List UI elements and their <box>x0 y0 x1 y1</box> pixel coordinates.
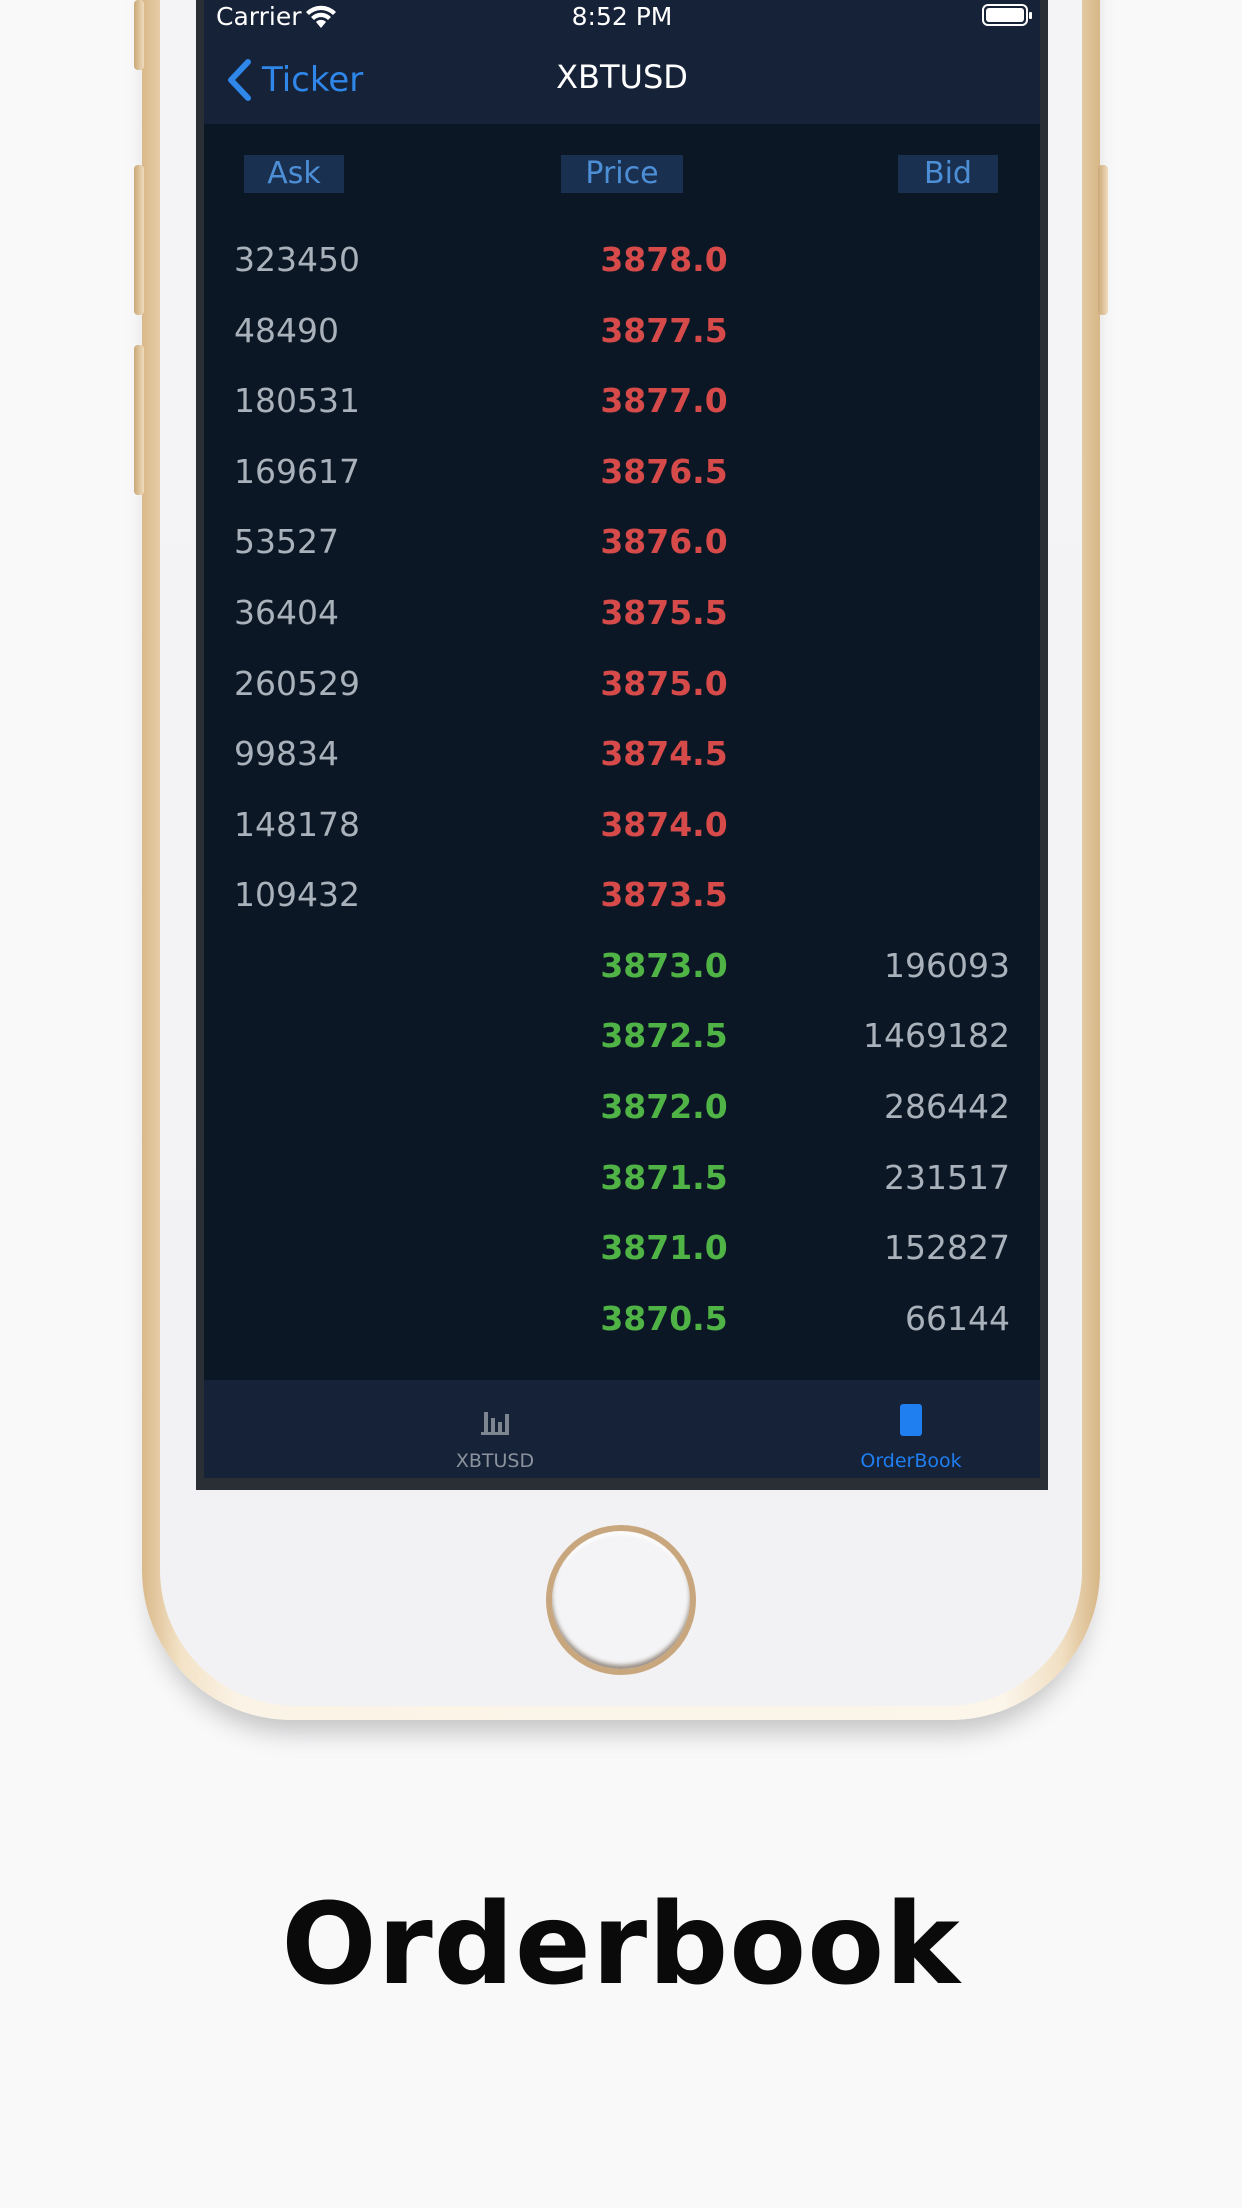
bid-row: 3871.5 231517 <box>204 1158 1040 1228</box>
ask-row: 48490 3877.5 <box>204 311 1040 381</box>
ask-row: 36404 3875.5 <box>204 593 1040 663</box>
promo-caption: Orderbook <box>281 1880 961 2010</box>
bid-price: 3871.5 <box>600 1158 728 1197</box>
phone-screen: Carrier 8:52 PM Ticker XBTUSD Ask Price … <box>196 0 1048 1490</box>
bid-price: 3871.0 <box>600 1228 728 1267</box>
bid-row: 3870.5 66144 <box>204 1299 1040 1369</box>
ask-size: 99834 <box>234 734 339 773</box>
ask-size: 48490 <box>234 311 339 350</box>
battery-icon <box>982 4 1032 26</box>
status-bar: Carrier 8:52 PM <box>204 0 1040 34</box>
bid-row: 3872.0 286442 <box>204 1087 1040 1157</box>
tab-orderbook-label: OrderBook <box>860 1450 962 1472</box>
price-column-header: Price <box>561 155 683 193</box>
volume-up-button <box>134 165 144 315</box>
ask-size: 53527 <box>234 522 339 561</box>
ask-size: 169617 <box>234 452 360 491</box>
ask-price: 3875.5 <box>600 593 728 632</box>
book-icon <box>900 1404 922 1436</box>
bid-size: 286442 <box>884 1087 1010 1126</box>
volume-down-button <box>134 345 144 495</box>
bid-size: 196093 <box>884 946 1010 985</box>
tab-bar: XBTUSD OrderBook <box>204 1380 1040 1478</box>
bid-price: 3870.5 <box>600 1299 728 1338</box>
side-button-top <box>134 0 144 70</box>
bid-column-header: Bid <box>898 155 998 193</box>
bar-chart-icon <box>481 1412 509 1435</box>
tab-orderbook[interactable]: OrderBook <box>761 1380 1040 1478</box>
ask-size: 323450 <box>234 240 360 279</box>
bid-size: 66144 <box>905 1299 1010 1338</box>
ask-price: 3874.0 <box>600 805 728 844</box>
bid-size: 152827 <box>884 1228 1010 1267</box>
ask-size: 109432 <box>234 875 360 914</box>
bid-price: 3873.0 <box>600 946 728 985</box>
ask-row: 99834 3874.5 <box>204 734 1040 804</box>
power-button <box>1098 165 1108 315</box>
ask-row: 260529 3875.0 <box>204 664 1040 734</box>
ask-price: 3876.0 <box>600 522 728 561</box>
ask-price: 3875.0 <box>600 664 728 703</box>
home-button[interactable] <box>546 1525 696 1675</box>
ask-price: 3878.0 <box>600 240 728 279</box>
ask-size: 36404 <box>234 593 339 632</box>
bid-size: 231517 <box>884 1158 1010 1197</box>
ask-size: 148178 <box>234 805 360 844</box>
bid-price: 3872.0 <box>600 1087 728 1126</box>
ask-price: 3874.5 <box>600 734 728 773</box>
ask-size: 180531 <box>234 381 360 420</box>
ask-price: 3876.5 <box>600 452 728 491</box>
ask-price: 3877.0 <box>600 381 728 420</box>
ask-row: 323450 3878.0 <box>204 240 1040 310</box>
status-time: 8:52 PM <box>571 2 673 31</box>
ask-price: 3877.5 <box>600 311 728 350</box>
bid-row: 3873.0 196093 <box>204 946 1040 1016</box>
ask-row: 180531 3877.0 <box>204 381 1040 451</box>
ask-column-header: Ask <box>244 155 344 193</box>
bid-price: 3872.5 <box>600 1016 728 1055</box>
tab-xbtusd-label: XBTUSD <box>455 1450 535 1472</box>
bid-row: 3872.5 1469182 <box>204 1016 1040 1086</box>
ask-row: 109432 3873.5 <box>204 875 1040 945</box>
tab-xbtusd[interactable]: XBTUSD <box>345 1380 645 1478</box>
navigation-bar: Carrier 8:52 PM Ticker XBTUSD <box>204 0 1040 124</box>
ask-row: 53527 3876.0 <box>204 522 1040 592</box>
bid-row: 3871.0 152827 <box>204 1228 1040 1298</box>
ask-size: 260529 <box>234 664 360 703</box>
ask-price: 3873.5 <box>600 875 728 914</box>
app-screen: Carrier 8:52 PM Ticker XBTUSD Ask Price … <box>204 0 1040 1478</box>
bid-size: 1469182 <box>863 1016 1010 1055</box>
page-title: XBTUSD <box>556 58 688 96</box>
ask-row: 148178 3874.0 <box>204 805 1040 875</box>
ask-row: 169617 3876.5 <box>204 452 1040 522</box>
